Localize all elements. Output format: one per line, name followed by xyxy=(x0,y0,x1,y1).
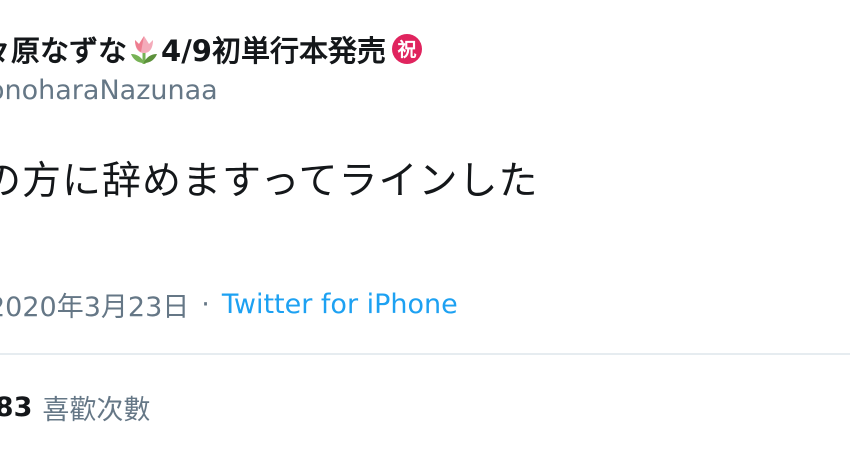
likes-count: 283 xyxy=(0,392,33,423)
tweet-date[interactable]: 2020年3月23日 xyxy=(0,285,189,324)
meta-separator: · xyxy=(201,289,210,320)
tweet-meta: 2020年3月23日 · Twitter for iPhone xyxy=(0,285,458,324)
display-name-text-2[interactable]: 4/9初単行本発売 xyxy=(161,28,386,70)
tulip-icon xyxy=(129,32,159,66)
likes-stat[interactable]: 283 喜歡次數 xyxy=(0,388,150,427)
display-name[interactable]: 々原なずな 4/9初単行本発売 祝 xyxy=(0,28,424,70)
tweet-source-link[interactable]: Twitter for iPhone xyxy=(222,289,458,320)
tweet-card: 々原なずな 4/9初単行本発売 祝 onoharaNazunaa の方に辞めます… xyxy=(0,0,850,450)
congratulations-icon: 祝 xyxy=(390,32,424,66)
divider xyxy=(0,353,850,355)
user-handle[interactable]: onoharaNazunaa xyxy=(0,75,218,106)
svg-text:祝: 祝 xyxy=(397,38,416,61)
display-name-text-1[interactable]: 々原なずな xyxy=(0,28,127,70)
likes-label: 喜歡次數 xyxy=(42,395,151,426)
tweet-text: の方に辞めますってラインした xyxy=(0,159,539,204)
